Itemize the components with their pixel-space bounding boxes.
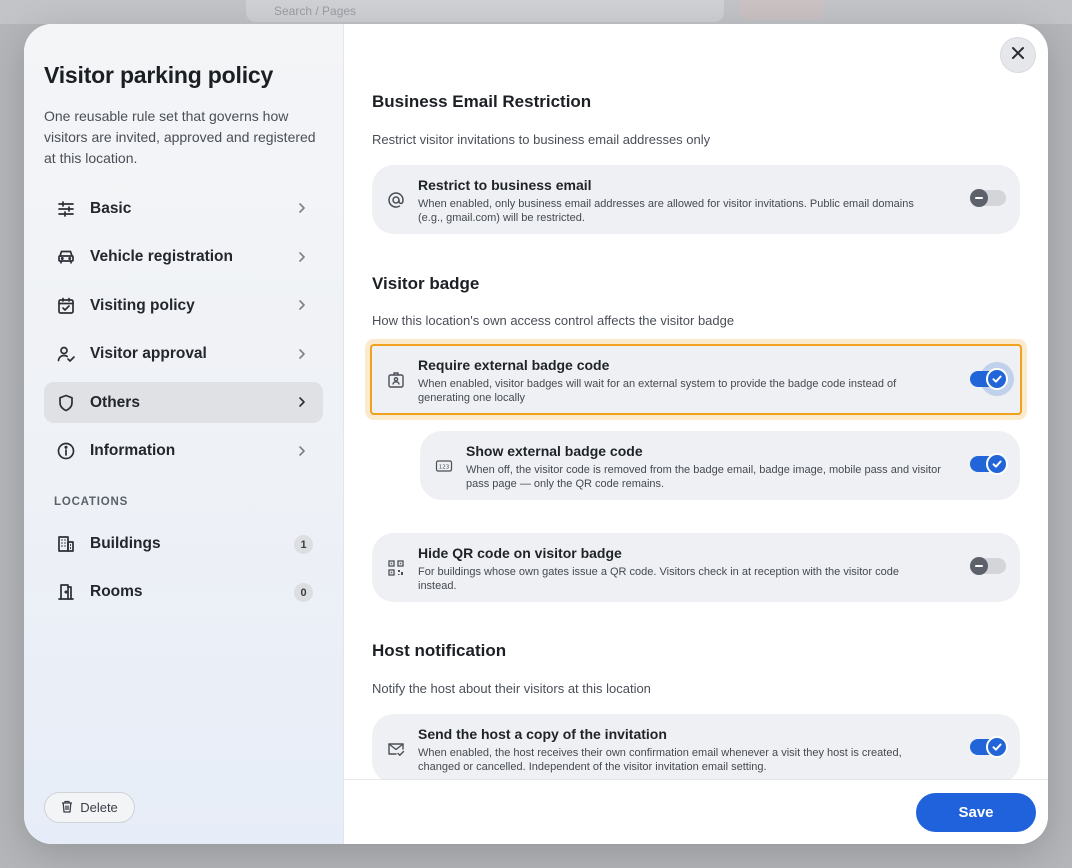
trash-icon: [61, 800, 73, 816]
toggle-hide-qr-code[interactable]: [970, 557, 1006, 575]
setting-description: When enabled, the host receives their ow…: [418, 747, 902, 773]
section-title-visitor-badge: Visitor badge: [372, 274, 480, 293]
sidebar-item-rooms[interactable]: Rooms 0: [44, 571, 323, 612]
close-button[interactable]: [1000, 37, 1036, 73]
toggle-show-external-badge-code[interactable]: [970, 453, 1008, 475]
count-badge: 0: [294, 583, 313, 602]
shield-icon: [56, 393, 76, 413]
sliders-icon: [56, 199, 76, 219]
check-icon: [992, 460, 1002, 468]
toggle-send-host-copy[interactable]: [970, 736, 1008, 758]
setting-title: Show external badge code: [466, 443, 643, 459]
count-badge: 1: [294, 535, 313, 554]
check-icon: [992, 375, 1002, 383]
locations-list: Buildings 1 Rooms 0: [44, 523, 323, 619]
close-icon: [1011, 46, 1025, 65]
mail-check-icon: [387, 740, 405, 758]
setting-card-show-external-badge-code: 123 Show external badge code When off, t…: [420, 431, 1020, 500]
setting-description: When off, the visitor code is removed fr…: [466, 464, 941, 490]
number-123-icon: 123: [435, 457, 453, 475]
qr-code-icon: [387, 559, 405, 577]
setting-card-require-external-badge-code: Require external badge code When enabled…: [370, 344, 1022, 415]
sidebar-nav: Basic Vehicle registration Visiting poli…: [44, 188, 323, 479]
badge-icon: [387, 371, 405, 389]
chevron-right-icon: [295, 444, 309, 458]
sidebar-item-basic[interactable]: Basic: [44, 188, 323, 229]
background-pill: [740, 0, 824, 20]
chevron-right-icon: [295, 201, 309, 215]
setting-title: Hide QR code on visitor badge: [418, 545, 622, 561]
setting-card-send-host-copy: Send the host a copy of the invitation W…: [372, 714, 1020, 779]
sidebar-item-buildings[interactable]: Buildings 1: [44, 523, 323, 564]
modal-footer: Save: [344, 779, 1048, 844]
user-check-icon: [56, 344, 76, 364]
setting-description: When enabled, only business email addres…: [418, 198, 914, 224]
modal-sidebar: Visitor parking policy One reusable rule…: [24, 24, 344, 844]
chevron-right-icon: [295, 298, 309, 312]
toggle-knob: [986, 368, 1008, 390]
toggle-require-external-badge-code[interactable]: [970, 368, 1008, 390]
sidebar-item-label: Others: [90, 393, 140, 411]
svg-text:123: 123: [439, 464, 450, 470]
page-description: One reusable rule set that governs how v…: [44, 108, 316, 166]
info-icon: [56, 441, 76, 461]
chevron-right-icon: [295, 347, 309, 361]
section-description: Restrict visitor invitations to business…: [372, 132, 711, 147]
calendar-check-icon: [56, 296, 76, 316]
sidebar-item-vehicle-registration[interactable]: Vehicle registration: [44, 237, 323, 278]
background-search-text: Search / Pages: [274, 4, 357, 18]
toggle-knob: [970, 189, 988, 207]
sidebar-item-visitor-approval[interactable]: Visitor approval: [44, 334, 323, 375]
at-sign-icon: [387, 191, 405, 209]
setting-description: For buildings whose own gates issue a QR…: [418, 566, 899, 592]
sidebar-item-label: Information: [90, 442, 176, 459]
car-icon: [56, 247, 76, 267]
toggle-knob: [986, 453, 1008, 475]
toggle-knob: [970, 557, 988, 575]
sidebar-item-label: Visitor approval: [90, 345, 207, 362]
setting-description: When enabled, visitor badges will wait f…: [418, 378, 897, 404]
chevron-right-icon: [295, 250, 309, 264]
policy-modal: Visitor parking policy One reusable rule…: [24, 24, 1048, 844]
section-title-host-notification: Host notification: [372, 641, 507, 660]
section-description: How this location's own access control a…: [372, 313, 735, 328]
locations-heading: LOCATIONS: [54, 496, 129, 508]
sidebar-item-information[interactable]: Information: [44, 431, 323, 472]
sidebar-item-label: Basic: [90, 199, 132, 217]
setting-card-restrict-business-email: Restrict to business email When enabled,…: [372, 165, 1020, 234]
setting-card-hide-qr-code: Hide QR code on visitor badge For buildi…: [372, 533, 1020, 602]
door-icon: [56, 582, 76, 602]
delete-label: Delete: [80, 800, 118, 815]
section-description: Notify the host about their visitors at …: [372, 681, 651, 696]
section-title-business-email: Business Email Restriction: [372, 92, 592, 111]
sidebar-item-visiting-policy[interactable]: Visiting policy: [44, 285, 323, 326]
toggle-knob: [986, 736, 1008, 758]
save-button[interactable]: Save: [916, 793, 1036, 832]
settings-content[interactable]: Business Email Restriction Restrict visi…: [344, 24, 1048, 779]
chevron-right-icon: [295, 395, 309, 409]
page-title: Visitor parking policy: [44, 62, 274, 88]
sidebar-item-label: Vehicle registration: [90, 248, 233, 265]
toggle-restrict-business-email[interactable]: [970, 189, 1006, 207]
check-icon: [992, 743, 1002, 751]
setting-title: Require external badge code: [418, 357, 610, 373]
building-icon: [56, 534, 76, 554]
sidebar-item-others[interactable]: Others: [44, 382, 323, 423]
setting-title: Send the host a copy of the invitation: [418, 726, 667, 742]
sidebar-item-label: Buildings: [90, 534, 161, 552]
setting-title: Restrict to business email: [418, 177, 592, 193]
delete-button[interactable]: Delete: [44, 792, 135, 823]
sidebar-item-label: Visiting policy: [90, 296, 195, 314]
sidebar-item-label: Rooms: [90, 582, 143, 600]
